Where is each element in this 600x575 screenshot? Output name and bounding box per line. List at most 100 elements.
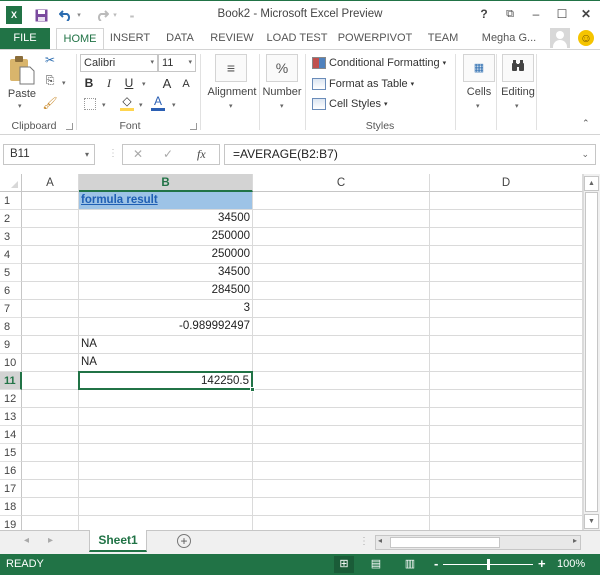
cell-a4[interactable] [22, 246, 79, 264]
user-account[interactable]: Megha G... ▾ [480, 28, 538, 64]
cell-d18[interactable] [430, 498, 583, 516]
cell-c4[interactable] [253, 246, 430, 264]
clipboard-launcher-icon[interactable] [66, 123, 73, 130]
number-label[interactable]: Number [260, 86, 304, 98]
number-button[interactable]: % [266, 54, 298, 82]
font-size-select[interactable]: 11 ▾ [158, 54, 196, 72]
cell-d6[interactable] [430, 282, 583, 300]
cell-b2[interactable]: 34500 [79, 210, 253, 228]
cell-c18[interactable] [253, 498, 430, 516]
paste-button[interactable] [8, 55, 36, 85]
row-header[interactable]: 13 [0, 408, 22, 426]
expand-formula-bar-icon[interactable]: ⌄ [581, 145, 589, 164]
cell-b13[interactable] [79, 408, 253, 426]
zoom-slider-thumb[interactable] [487, 559, 490, 570]
maximize-button[interactable]: ☐ [552, 5, 572, 23]
cell-a3[interactable] [22, 228, 79, 246]
cell-a6[interactable] [22, 282, 79, 300]
cell-b6[interactable]: 284500 [79, 282, 253, 300]
formula-input[interactable]: =AVERAGE(B2:B7) ⌄ [224, 144, 596, 165]
cell-d11[interactable] [430, 372, 583, 390]
cell-d8[interactable] [430, 318, 583, 336]
cell-b11[interactable]: 142250.5 [78, 371, 253, 390]
cell-a12[interactable] [22, 390, 79, 408]
cell-d19[interactable] [430, 516, 583, 530]
cell-a18[interactable] [22, 498, 79, 516]
row-header[interactable]: 1 [0, 192, 22, 210]
enter-formula-button[interactable]: ✓ [163, 147, 173, 161]
zoom-level[interactable]: 100% [557, 558, 585, 570]
row-header[interactable]: 8 [0, 318, 22, 336]
sheet-tab-sheet1[interactable]: Sheet1 [89, 530, 147, 552]
column-header-c[interactable]: C [253, 174, 430, 192]
cell-styles-button[interactable]: Cell Styles ▾ [312, 95, 387, 113]
font-color-dropdown-icon[interactable]: ▾ [172, 101, 176, 109]
cell-d7[interactable] [430, 300, 583, 318]
column-header-b[interactable]: B [79, 174, 253, 192]
paste-label[interactable]: Paste [4, 88, 40, 100]
close-button[interactable]: ✕ [576, 5, 596, 23]
ribbon-display-options-button[interactable]: ⧉ [500, 5, 520, 23]
cell-d5[interactable] [430, 264, 583, 282]
cell-d2[interactable] [430, 210, 583, 228]
cells-label[interactable]: Cells [460, 86, 498, 98]
zoom-out-button[interactable]: - [434, 556, 438, 571]
cell-d3[interactable] [430, 228, 583, 246]
row-header[interactable]: 15 [0, 444, 22, 462]
row-header[interactable]: 16 [0, 462, 22, 480]
cell-c13[interactable] [253, 408, 430, 426]
row-header[interactable]: 6 [0, 282, 22, 300]
cell-b15[interactable] [79, 444, 253, 462]
row-header[interactable]: 3 [0, 228, 22, 246]
underline-dropdown-icon[interactable]: ▾ [142, 80, 146, 88]
cell-c17[interactable] [253, 480, 430, 498]
cell-b18[interactable] [79, 498, 253, 516]
cell-c8[interactable] [253, 318, 430, 336]
editing-label[interactable]: Editing [497, 86, 539, 98]
row-header[interactable]: 2 [0, 210, 22, 228]
tab-insert[interactable]: INSERT [106, 28, 154, 49]
cell-d9[interactable] [430, 336, 583, 354]
tab-home[interactable]: HOME [56, 28, 104, 50]
cell-c19[interactable] [253, 516, 430, 530]
cell-d16[interactable] [430, 462, 583, 480]
cell-c7[interactable] [253, 300, 430, 318]
cell-b9[interactable]: NA [79, 336, 253, 354]
cell-d14[interactable] [430, 426, 583, 444]
cell-a11[interactable] [22, 372, 79, 390]
row-header[interactable]: 18 [0, 498, 22, 516]
vertical-scroll-thumb[interactable] [585, 192, 598, 512]
tab-split-handle-icon[interactable]: ⋮ [359, 536, 369, 547]
editing-button[interactable] [502, 54, 534, 82]
cell-a13[interactable] [22, 408, 79, 426]
tab-team[interactable]: TEAM [418, 28, 468, 49]
row-header[interactable]: 12 [0, 390, 22, 408]
cell-c16[interactable] [253, 462, 430, 480]
scroll-up-button[interactable]: ▲ [584, 176, 599, 191]
fill-handle[interactable] [250, 387, 255, 392]
vertical-scrollbar[interactable]: ▲ ▼ [583, 174, 600, 530]
new-sheet-button[interactable]: + [177, 534, 191, 548]
zoom-in-button[interactable]: + [538, 556, 546, 571]
minimize-button[interactable]: – [526, 5, 546, 23]
next-sheet-icon[interactable]: ▸ [48, 535, 53, 546]
collapse-ribbon-icon[interactable]: ⌃ [582, 118, 590, 129]
cell-b12[interactable] [79, 390, 253, 408]
page-break-preview-button[interactable]: ▥ [400, 556, 420, 573]
row-header[interactable]: 9 [0, 336, 22, 354]
name-box[interactable]: B11 ▾ [3, 144, 95, 165]
cell-c12[interactable] [253, 390, 430, 408]
alignment-label[interactable]: Alignment [202, 86, 262, 98]
cell-a2[interactable] [22, 210, 79, 228]
feedback-smiley-icon[interactable]: ☺ [578, 30, 594, 46]
grow-font-button[interactable]: A [160, 76, 174, 91]
underline-button[interactable]: U [122, 76, 136, 90]
tab-powerpivot[interactable]: POWERPIVOT [336, 28, 414, 49]
scroll-down-button[interactable]: ▼ [584, 514, 599, 529]
number-dropdown-icon[interactable]: ▾ [280, 102, 284, 110]
row-header[interactable]: 10 [0, 354, 22, 372]
row-header[interactable]: 11 [0, 372, 22, 390]
cell-d17[interactable] [430, 480, 583, 498]
cell-a10[interactable] [22, 354, 79, 372]
fill-color-icon[interactable]: ◇ [120, 95, 134, 111]
